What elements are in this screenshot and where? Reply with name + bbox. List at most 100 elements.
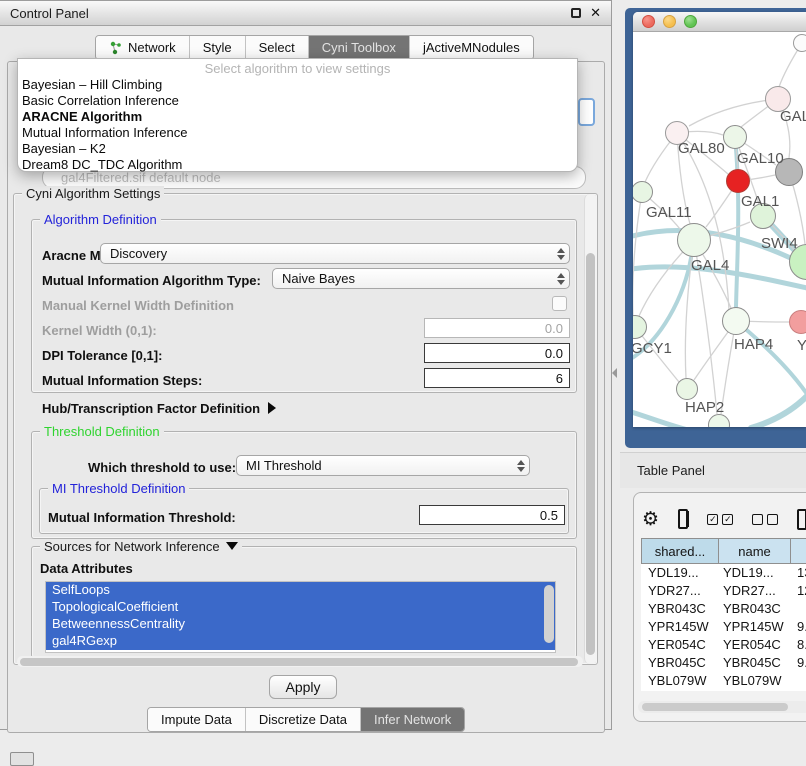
mi-type-combo[interactable]: Naive Bayes — [272, 268, 570, 289]
tab-style[interactable]: Style — [190, 36, 246, 59]
network-window-titlebar[interactable] — [633, 12, 806, 32]
float-window-icon[interactable] — [571, 8, 581, 18]
tab-impute-data[interactable]: Impute Data — [148, 708, 246, 731]
node-label: GAL — [780, 108, 806, 125]
splitter-handle[interactable] — [612, 368, 617, 378]
mi-steps-field[interactable]: 6 — [424, 368, 570, 388]
table-cell: 12 — [791, 582, 806, 600]
attribute-item-selected[interactable]: TopologicalCoefficient — [46, 599, 555, 616]
table-cell: YDR27... — [719, 582, 791, 600]
tab-network[interactable]: Network — [96, 36, 190, 59]
node-label: GAL4 — [691, 257, 729, 274]
algorithm-option-selected[interactable]: ARACNE Algorithm — [18, 109, 577, 125]
table-row[interactable]: YER054CYER054C8. — [641, 636, 806, 654]
network-node[interactable] — [723, 125, 747, 149]
combo-value: Naive Bayes — [282, 271, 355, 286]
tab-discretize-data[interactable]: Discretize Data — [246, 708, 361, 731]
network-node[interactable] — [789, 310, 806, 334]
table-cell — [791, 672, 806, 690]
stepper-icon — [513, 456, 529, 475]
network-node[interactable] — [793, 34, 806, 52]
table-cell: YBR045C — [719, 654, 791, 672]
settings-vscrollbar-thumb[interactable] — [586, 253, 595, 655]
stepper-icon — [553, 244, 569, 263]
column-header[interactable]: shared... — [641, 539, 719, 563]
aracne-mode-combo[interactable]: Discovery — [100, 243, 570, 264]
table-row[interactable]: YDL19...YDL19...13 — [641, 564, 806, 582]
panel-title: Control Panel — [10, 6, 89, 21]
table-hscrollbar-track[interactable] — [638, 701, 806, 713]
new-table-icon[interactable] — [797, 509, 806, 530]
node-label: GAL10 — [737, 150, 784, 167]
attributes-scrollbar-thumb[interactable] — [544, 585, 554, 643]
zoom-traffic-icon[interactable] — [684, 15, 697, 28]
table-row[interactable]: YPR145WYPR145W9. — [641, 618, 806, 636]
manual-kernel-checkbox[interactable] — [552, 296, 567, 311]
table-panel-title: Table Panel — [637, 463, 705, 478]
algorithm-option[interactable]: Bayesian – K2 — [18, 141, 577, 157]
sources-toggle[interactable]: Sources for Network Inference — [40, 539, 242, 554]
table-toolbar: ⚙ ✓ ✓ — [642, 501, 806, 537]
mi-threshold-label: Mutual Information Threshold: — [48, 510, 236, 525]
data-attributes-label: Data Attributes — [40, 561, 133, 576]
tab-infer-network[interactable]: Infer Network — [361, 708, 464, 731]
table-cell: YBR045C — [641, 654, 719, 672]
table-row[interactable]: YBL079WYBL079W — [641, 672, 806, 690]
chevron-down-icon[interactable] — [226, 542, 238, 550]
gear-icon[interactable]: ⚙ — [642, 510, 659, 529]
algorithm-option[interactable]: Dream8 DC_TDC Algorithm — [18, 157, 577, 173]
tab-label: Select — [259, 40, 295, 55]
unchecked-box-icon — [752, 514, 763, 525]
algorithm-option[interactable]: Basic Correlation Inference — [18, 93, 577, 109]
mi-threshold-field[interactable]: 0.5 — [419, 505, 565, 525]
attribute-item-selected[interactable]: SelfLoops — [46, 582, 555, 599]
apply-button[interactable]: Apply — [269, 675, 337, 699]
table-cell: YPR145W — [641, 618, 719, 636]
network-node[interactable] — [726, 169, 750, 193]
network-node[interactable] — [677, 223, 711, 257]
tab-jactivemnodules[interactable]: jActiveMNodules — [410, 36, 533, 59]
network-canvas[interactable]: GALGAL80GAL10GAL1GAL11SWI4GAL4GCY1HAP4YH… — [633, 32, 806, 427]
mi-steps-label: Mutual Information Steps: — [42, 373, 202, 388]
table-hscrollbar-thumb[interactable] — [642, 703, 788, 711]
algorithm-option[interactable]: Mutual Information Inference — [18, 125, 577, 141]
settings-hscrollbar-thumb[interactable] — [20, 658, 578, 666]
table-row[interactable]: YBR043CYBR043C — [641, 600, 806, 618]
group-title: Threshold Definition — [40, 424, 164, 439]
node-attribute-table: shared... name YDL19...YDL19...13YDR27..… — [641, 538, 806, 691]
table-row[interactable]: YLR345WYLR345W9. — [641, 690, 806, 691]
table-cell: YBL079W — [719, 672, 791, 690]
network-icon — [109, 41, 123, 55]
network-node[interactable] — [722, 307, 750, 335]
close-traffic-icon[interactable] — [642, 15, 655, 28]
kernel-width-field[interactable]: 0.0 — [424, 318, 570, 338]
attribute-item-selected[interactable]: BetweennessCentrality — [46, 616, 555, 633]
tab-cyni-toolbox[interactable]: Cyni Toolbox — [309, 36, 410, 59]
which-threshold-combo[interactable]: MI Threshold — [236, 455, 530, 476]
node-label: Y — [797, 337, 806, 354]
network-node[interactable] — [676, 378, 698, 400]
algorithm-option[interactable]: Bayesian – Hill Climbing — [18, 77, 577, 93]
network-node[interactable] — [633, 181, 653, 203]
dpi-tolerance-field[interactable]: 0.0 — [424, 343, 570, 363]
column-header[interactable]: name — [719, 539, 791, 563]
tab-select[interactable]: Select — [246, 36, 309, 59]
table-row[interactable]: YDR27...YDR27...12 — [641, 582, 806, 600]
deselect-all-columns-icon[interactable] — [752, 514, 778, 525]
control-panel-titlebar[interactable]: Control Panel ✕ — [0, 1, 611, 26]
chevron-right-icon[interactable] — [268, 402, 276, 414]
table-cell: YBR043C — [641, 600, 719, 618]
data-attributes-list[interactable]: SelfLoops TopologicalCoefficient Between… — [45, 581, 556, 653]
network-node[interactable] — [633, 315, 647, 339]
table-cell: YLR345W — [719, 690, 791, 691]
hub-section-toggle[interactable]: Hub/Transcription Factor Definition — [42, 401, 276, 416]
checked-box-icon: ✓ — [722, 514, 733, 525]
attribute-item-selected[interactable]: gal4RGexp — [46, 633, 555, 650]
node-layer: GALGAL80GAL10GAL1GAL11SWI4GAL4GCY1HAP4YH… — [633, 32, 806, 427]
column-header[interactable] — [791, 539, 806, 563]
table-row[interactable]: YBR045CYBR045C9. — [641, 654, 806, 672]
select-all-columns-icon[interactable]: ✓ ✓ — [707, 514, 733, 525]
split-columns-icon[interactable] — [678, 509, 688, 529]
close-icon[interactable]: ✕ — [590, 8, 601, 18]
minimize-traffic-icon[interactable] — [663, 15, 676, 28]
